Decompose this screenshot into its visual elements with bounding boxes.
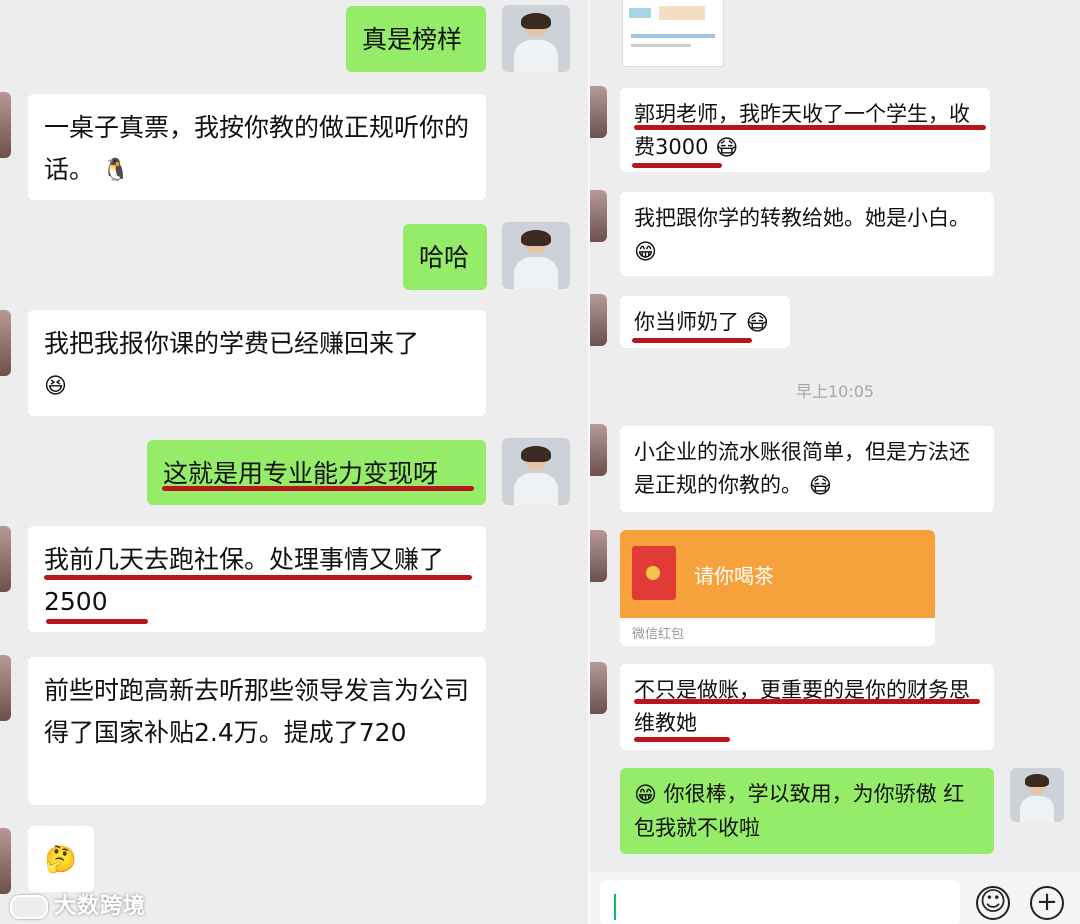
message-text: 你很棒，学以致用，为你骄傲 红包我就不收啦	[634, 782, 965, 840]
red-underline-annotation	[46, 619, 148, 624]
mask-emoji-icon: 😷	[808, 473, 832, 499]
message-input[interactable]	[600, 880, 960, 924]
mask-emoji-icon: 😷	[715, 135, 739, 161]
peer-avatar[interactable]	[590, 86, 607, 138]
peer-avatar[interactable]	[0, 655, 11, 721]
thinking-emoji-icon: 🤔	[44, 845, 78, 875]
red-underline-annotation	[634, 737, 730, 742]
right-chat-panel: 郭玥老师，我昨天收了一个学生，收费3000 😷 我把跟你学的转教给她。她是小白。…	[590, 0, 1080, 924]
message-bubble-sent[interactable]: 这就是用专业能力变现呀	[147, 440, 486, 505]
more-plus-button-icon[interactable]: +	[1030, 886, 1064, 920]
red-underline-annotation	[634, 125, 986, 130]
message-text: 真是榜样	[362, 25, 463, 54]
message-text: 郭玥老师，我昨天收了一个学生，收费3000	[634, 102, 970, 159]
message-bubble-sent[interactable]: 真是榜样	[346, 6, 486, 72]
message-bubble-received[interactable]: 郭玥老师，我昨天收了一个学生，收费3000 😷	[620, 88, 990, 172]
red-underline-annotation	[632, 338, 752, 343]
message-bubble-received[interactable]: 前些时跑高新去听那些领导发言为公司得了国家补贴2.4万。提成了720	[28, 657, 486, 805]
peer-avatar[interactable]	[590, 190, 607, 242]
peer-avatar[interactable]	[0, 828, 11, 894]
message-bubble-sent[interactable]: 哈哈	[403, 224, 487, 290]
red-envelope-icon	[632, 546, 676, 600]
left-chat-panel: 真是榜样 一桌子真票，我按你教的做正规听你的话。 🐧 哈哈 我把我报你课的学费已…	[0, 0, 588, 924]
message-bubble-received[interactable]: 我把我报你课的学费已经赚回来了 😆	[28, 310, 486, 416]
message-text: 我把跟你学的转教给她。她是小白。	[634, 206, 970, 230]
red-underline-annotation	[634, 699, 980, 704]
message-text: 哈哈	[419, 243, 470, 272]
message-bubble-sent[interactable]: 😁 你很棒，学以致用，为你骄傲 红包我就不收啦	[620, 768, 994, 854]
watermark-text: 大数跨境	[54, 894, 147, 919]
red-packet-footer: 微信红包	[632, 627, 685, 642]
message-bubble-received[interactable]: 一桌子真票，我按你教的做正规听你的话。 🐧	[28, 94, 486, 200]
red-packet-title: 请你喝茶	[694, 564, 774, 588]
message-text: 这就是用专业能力变现呀	[163, 459, 439, 488]
laughing-emoji-icon: 😆	[44, 374, 67, 399]
grinning-emoji-icon: 😁	[634, 782, 657, 808]
red-underline-annotation	[162, 486, 474, 491]
mask-emoji-icon: 😷	[745, 310, 769, 336]
self-avatar[interactable]	[502, 5, 570, 72]
peer-avatar[interactable]	[590, 662, 607, 714]
peer-avatar[interactable]	[0, 92, 11, 158]
screenshot-thumbnail[interactable]	[622, 0, 724, 67]
penguin-emoji-icon: 🐧	[101, 158, 130, 183]
message-bubble-received[interactable]: 小企业的流水账很简单，但是方法还是正规的你教的。 😷	[620, 426, 994, 512]
watermark-logo-icon	[10, 895, 48, 919]
message-text: 我把我报你课的学费已经赚回来了	[44, 329, 420, 358]
red-underline-annotation	[632, 163, 722, 168]
emoji-button-icon[interactable]: ☺	[976, 886, 1010, 920]
message-text: 不只是做账，更重要的是你的财务思维教她	[634, 678, 970, 735]
message-bubble-received[interactable]: 我把跟你学的转教给她。她是小白。 😁	[620, 192, 994, 276]
message-text: 你当师奶了	[634, 310, 739, 334]
input-bar: ☺ +	[590, 872, 1080, 924]
peer-avatar[interactable]	[0, 310, 11, 376]
self-avatar[interactable]	[1010, 768, 1064, 822]
self-avatar[interactable]	[502, 222, 570, 289]
peer-avatar[interactable]	[590, 530, 607, 582]
red-packet-card[interactable]: 请你喝茶 微信红包	[620, 530, 935, 646]
message-bubble-received[interactable]: 🤔	[28, 826, 94, 892]
message-text: 小企业的流水账很简单，但是方法还是正规的你教的。	[634, 440, 970, 497]
peer-avatar[interactable]	[590, 294, 607, 346]
watermark: 大数跨境	[10, 888, 146, 920]
peer-avatar[interactable]	[0, 526, 11, 592]
peer-avatar[interactable]	[590, 424, 607, 476]
message-text: 我前几天去跑社保。处理事情又赚了2500	[44, 545, 445, 616]
self-avatar[interactable]	[502, 438, 570, 505]
timestamp: 早上10:05	[795, 382, 875, 401]
grinning-emoji-icon: 😁	[634, 239, 657, 265]
red-underline-annotation	[44, 575, 472, 580]
message-text: 前些时跑高新去听那些领导发言为公司得了国家补贴2.4万。提成了720	[44, 676, 470, 747]
